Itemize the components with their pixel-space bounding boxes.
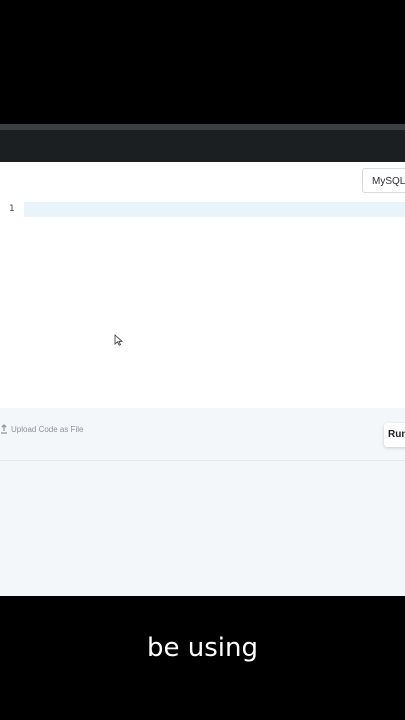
mouse-pointer-icon [114, 334, 123, 346]
upload-label: Upload Code as File [11, 424, 84, 434]
output-panel [0, 461, 405, 596]
language-select[interactable]: MySQL [362, 168, 405, 193]
header-divider [0, 124, 405, 130]
line-number: 1 [9, 204, 15, 214]
upload-code-link[interactable]: Upload Code as File [0, 423, 83, 435]
video-caption: be using [147, 633, 258, 663]
code-editor[interactable] [0, 162, 405, 408]
upload-icon [1, 424, 7, 434]
run-button[interactable]: Run [384, 423, 405, 447]
active-line-highlight[interactable] [24, 202, 405, 217]
video-letterbox-top [0, 0, 405, 124]
